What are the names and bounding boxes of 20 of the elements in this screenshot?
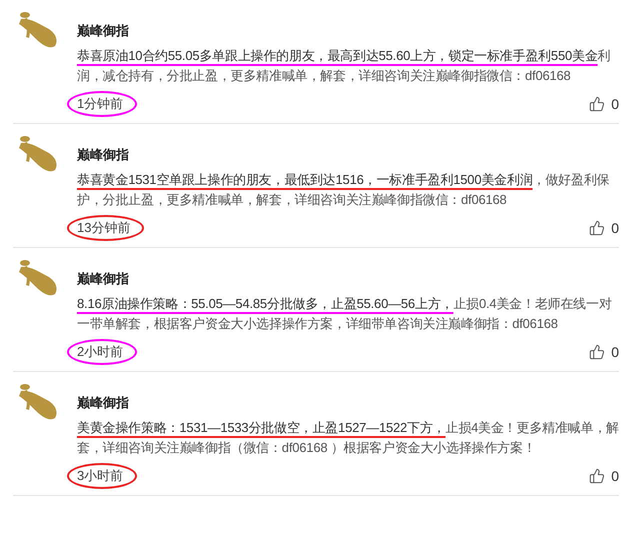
thumbs-up-icon[interactable] [589,468,606,484]
author-name: 巅峰御指 [77,270,129,288]
author-name: 巅峰御指 [77,22,129,40]
thumbs-up-icon[interactable] [589,96,606,112]
author-name: 巅峰御指 [77,146,129,164]
post-text: 恭喜原油10合约55.05多单跟上操作的朋友，最高到达55.60上方，锁定一标准手盈利550美金利润，减仓持有，分批止盈，更多精准喊单，解套，详细咨询关注巅峰御指微信：df06168 [77,47,612,85]
author-name: 巅峰御指 [77,394,129,412]
like-count: 0 [611,468,619,484]
thumbs-up-icon[interactable] [589,220,606,236]
like-count: 0 [611,220,619,236]
time-label: 1分钟前 [67,91,138,117]
thumbs-up-icon[interactable] [589,344,606,360]
time-label: 3小时前 [67,463,138,489]
like-count: 0 [611,344,619,360]
like-count: 0 [611,96,619,112]
post-text: 美黄金操作策略：1531—1533分批做空，止盈1527—1522下方，止损4美金！更多精准喊单，解套，详细咨询关注巅峰御指（微信：df06168 ）根据客户资金大小选择操作方案！ [77,419,619,457]
time-label: 2小时前 [67,339,138,365]
post-text: 8.16原油操作策略：55.05—54.85分批做多，止盈55.60—56上方，止损0.4美金！老师在线一对一带单解套，根据客户资金大小选择操作方案，详细带单咨询关注巅峰御指：df06168 [77,295,613,333]
time-label: 13分钟前 [67,215,144,241]
post-text: 恭喜黄金1531空单跟上操作的朋友，最低到达1516，一标准手盈利1500美金利润，做好盈利保护，分批止盈，更多精准喊单，解套，详细咨询关注巅峰御指微信：df06168 [77,171,610,209]
